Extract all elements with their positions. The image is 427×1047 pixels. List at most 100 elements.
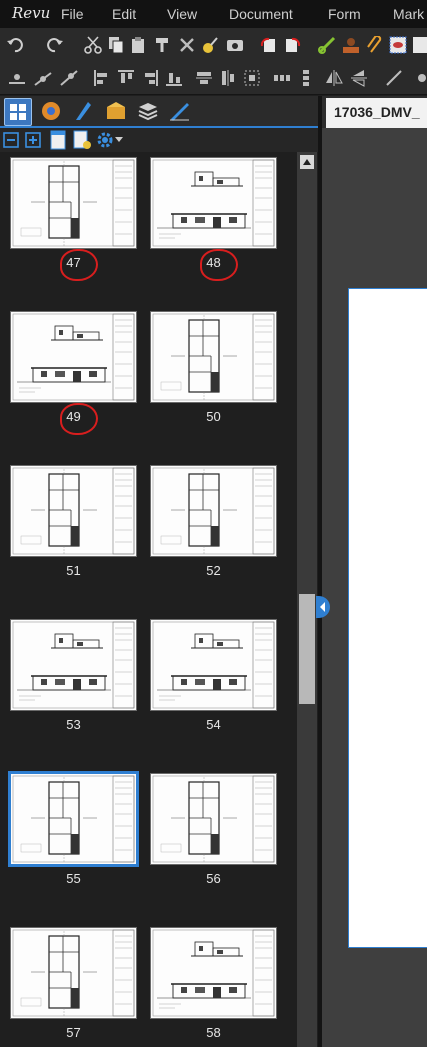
main-toolbar — [0, 28, 427, 62]
menu-document[interactable]: Document — [229, 6, 293, 22]
page-number-label: 52 — [206, 563, 221, 578]
markup-circle[interactable] — [200, 249, 238, 281]
floor-plan-drawing — [12, 467, 135, 555]
page-number-label: 55 — [66, 871, 81, 886]
align-left-icon[interactable] — [93, 69, 111, 87]
distribute-horizontal-icon[interactable] — [273, 69, 291, 87]
rotate-right-icon[interactable] — [283, 36, 301, 54]
tab-bookmarks[interactable] — [70, 98, 96, 124]
zoom-out-icon[interactable] — [3, 132, 19, 148]
align-top-icon[interactable] — [117, 69, 135, 87]
panel-tab-bar — [0, 96, 319, 128]
page-thumbnail[interactable] — [10, 157, 137, 249]
elevation-drawing — [12, 313, 135, 401]
paste-icon[interactable] — [130, 36, 148, 54]
menu-markup[interactable]: Mark — [393, 6, 424, 22]
menu-view[interactable]: View — [167, 6, 197, 22]
studio-icon — [42, 102, 60, 120]
node-move-icon[interactable] — [60, 69, 78, 87]
format-painter-icon[interactable] — [154, 36, 172, 54]
page-number-label: 58 — [206, 1025, 221, 1040]
tab-studio[interactable] — [38, 98, 64, 124]
zoom-in-icon[interactable] — [25, 132, 41, 148]
page-thumbnail[interactable] — [8, 771, 139, 867]
tab-tool-chest[interactable] — [103, 98, 129, 124]
align-right-icon[interactable] — [141, 69, 159, 87]
page-number-label: 50 — [206, 409, 221, 424]
delete-icon[interactable] — [178, 36, 196, 54]
more-alignment-icon[interactable] — [410, 69, 427, 87]
menu-file[interactable]: File — [61, 6, 84, 22]
rotate-left-icon[interactable] — [260, 36, 278, 54]
more-tools-icon[interactable] — [412, 36, 427, 54]
snapshot-icon[interactable] — [226, 36, 244, 54]
tab-signatures[interactable] — [167, 98, 193, 124]
chevron-left-icon — [320, 602, 325, 612]
markup-circle[interactable] — [60, 403, 98, 435]
signature-icon — [170, 103, 189, 121]
thumbnails-panel: 47 48 49 50 51 52 53 54 55 56 57 58 — [0, 152, 296, 1047]
scrollbar-thumb[interactable] — [299, 594, 315, 704]
align-center-icon[interactable] — [195, 69, 213, 87]
page-number-label: 51 — [66, 563, 81, 578]
page-number-label: 57 — [66, 1025, 81, 1040]
page-number-label: 53 — [66, 717, 81, 732]
stamp-sheet-icon[interactable] — [389, 36, 407, 54]
undo-icon[interactable] — [6, 36, 24, 54]
markup-circle[interactable] — [60, 249, 98, 281]
cut-icon[interactable] — [84, 36, 102, 54]
chevron-down-icon[interactable] — [115, 137, 123, 143]
page-labels-icon[interactable] — [72, 130, 92, 150]
tab-thumbnails[interactable] — [4, 98, 32, 126]
tool-chest-icon — [107, 102, 125, 119]
node-remove-icon[interactable] — [34, 69, 52, 87]
flip-horizontal-icon[interactable] — [325, 69, 343, 87]
attachment-icon[interactable] — [366, 36, 384, 54]
page-thumbnail[interactable] — [150, 157, 277, 249]
page-thumbnail[interactable] — [150, 619, 277, 711]
thumbnails-grid-icon — [10, 104, 26, 120]
page-number-label: 54 — [206, 717, 221, 732]
collapse-panel-button[interactable] — [316, 596, 330, 618]
floor-plan-drawing — [152, 775, 275, 863]
document-page[interactable] — [348, 288, 427, 948]
app-logo[interactable]: Revu — [12, 4, 50, 22]
align-middle-icon[interactable] — [219, 69, 237, 87]
page-thumbnail[interactable] — [10, 619, 137, 711]
elevation-drawing — [152, 929, 275, 1017]
tool-chest-icon[interactable] — [342, 36, 360, 54]
settings-gear-icon[interactable] — [96, 131, 114, 149]
page-view-icon[interactable] — [48, 130, 68, 150]
page-thumbnail[interactable] — [10, 465, 137, 557]
thumbnail-toolbar — [0, 128, 319, 152]
page-thumbnail[interactable] — [10, 311, 137, 403]
align-bottom-icon[interactable] — [165, 69, 183, 87]
page-thumbnail[interactable] — [150, 773, 277, 865]
document-tab-title: 17036_DMV_ — [334, 104, 420, 120]
floor-plan-drawing — [12, 159, 135, 247]
flip-vertical-icon[interactable] — [350, 69, 368, 87]
link-icon[interactable] — [318, 36, 336, 54]
elevation-drawing — [12, 621, 135, 709]
menu-bar: Revu File Edit View Document Form Mark — [0, 0, 427, 28]
page-thumbnail[interactable] — [10, 927, 137, 1019]
elevation-drawing — [152, 159, 275, 247]
elevation-drawing — [152, 621, 275, 709]
menu-edit[interactable]: Edit — [112, 6, 136, 22]
floor-plan-drawing — [12, 929, 135, 1017]
center-page-icon[interactable] — [243, 69, 261, 87]
menu-form[interactable]: Form — [328, 6, 361, 22]
stamp-icon[interactable] — [201, 36, 219, 54]
copy-icon[interactable] — [107, 36, 125, 54]
scroll-up-button[interactable] — [300, 155, 314, 169]
arrow-up-icon — [303, 159, 311, 165]
tab-layers[interactable] — [135, 98, 161, 124]
page-thumbnail[interactable] — [150, 465, 277, 557]
redo-icon[interactable] — [46, 36, 64, 54]
line-style-icon[interactable] — [385, 69, 403, 87]
node-add-icon[interactable] — [8, 69, 26, 87]
floor-plan-drawing — [152, 467, 275, 555]
page-thumbnail[interactable] — [150, 311, 277, 403]
distribute-vertical-icon[interactable] — [297, 69, 315, 87]
page-thumbnail[interactable] — [150, 927, 277, 1019]
